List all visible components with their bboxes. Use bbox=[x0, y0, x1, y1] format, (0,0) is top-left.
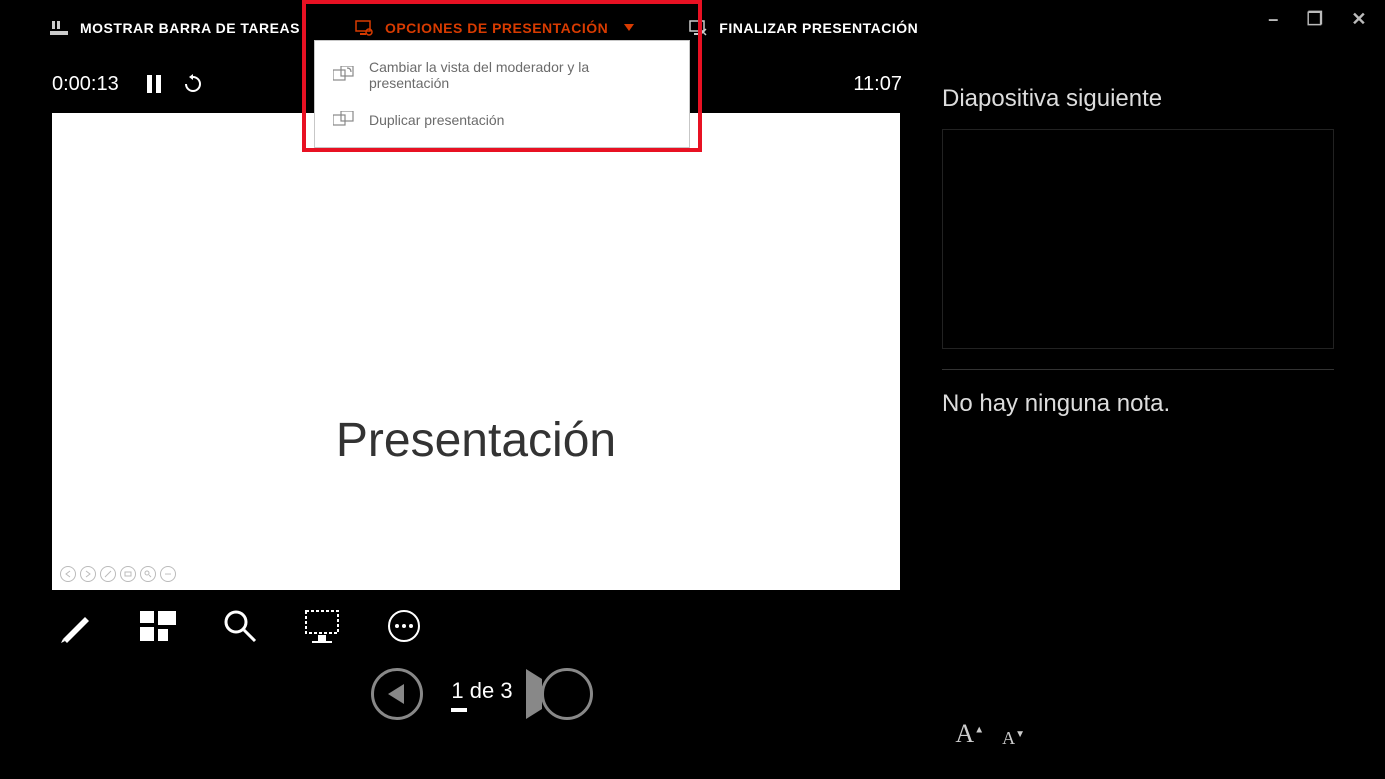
navigation-row: 1 de 3 bbox=[52, 668, 912, 720]
show-taskbar-button[interactable]: MOSTRAR BARRA DE TAREAS bbox=[50, 20, 300, 36]
presenter-pane: 0:00:13 11:07 Presentación bbox=[52, 55, 912, 779]
window-controls: – ❐ ✕ bbox=[1268, 10, 1367, 28]
triangle-left-icon bbox=[388, 684, 404, 704]
presenter-toolbar bbox=[52, 590, 912, 662]
elapsed-timer: 0:00:13 bbox=[52, 73, 119, 96]
monitor-gear-icon bbox=[355, 20, 373, 36]
slide-title: Presentación bbox=[336, 413, 616, 468]
monitor-close-icon bbox=[689, 20, 707, 36]
sidebar-pane: Diapositiva siguiente No hay ninguna not… bbox=[912, 55, 1385, 779]
black-screen-tool[interactable] bbox=[304, 608, 340, 644]
more-tool[interactable] bbox=[386, 608, 422, 644]
pause-button[interactable] bbox=[147, 75, 161, 93]
mini-zoom-icon[interactable] bbox=[140, 566, 156, 582]
triangle-right-icon bbox=[526, 669, 610, 719]
next-slide-heading: Diapositiva siguiente bbox=[942, 85, 1347, 113]
presentation-options-button[interactable]: OPCIONES DE PRESENTACIÓN bbox=[355, 20, 634, 36]
show-taskbar-label: MOSTRAR BARRA DE TAREAS bbox=[80, 20, 300, 36]
top-toolbar: MOSTRAR BARRA DE TAREAS OPCIONES DE PRES… bbox=[0, 0, 1385, 55]
duplicate-label: Duplicar presentación bbox=[369, 112, 504, 128]
clock-time: 11:07 bbox=[853, 73, 902, 96]
mini-prev-icon[interactable] bbox=[60, 566, 76, 582]
duplicate-presentation-menuitem[interactable]: Duplicar presentación bbox=[315, 101, 689, 139]
close-button[interactable]: ✕ bbox=[1351, 10, 1367, 28]
zoom-tool[interactable] bbox=[222, 608, 258, 644]
slide-grid-tool[interactable] bbox=[140, 608, 176, 644]
restore-button[interactable]: ❐ bbox=[1307, 10, 1324, 28]
current-slide[interactable]: Presentación bbox=[52, 113, 900, 590]
mini-camera-icon[interactable] bbox=[120, 566, 136, 582]
swap-views-menuitem[interactable]: Cambiar la vista del moderador y la pres… bbox=[315, 49, 689, 101]
presentation-options-menu: Cambiar la vista del moderador y la pres… bbox=[314, 40, 690, 148]
pen-tool[interactable] bbox=[58, 608, 94, 644]
next-slide-thumbnail[interactable] bbox=[942, 129, 1334, 349]
mini-more-icon[interactable] bbox=[160, 566, 176, 582]
restart-button[interactable] bbox=[183, 74, 203, 94]
slide-counter: 1 de 3 bbox=[451, 678, 512, 710]
taskbar-icon bbox=[50, 20, 68, 36]
mini-next-icon[interactable] bbox=[80, 566, 96, 582]
swap-views-label: Cambiar la vista del moderador y la pres… bbox=[369, 59, 671, 91]
font-size-controls: A▲ A▼ bbox=[955, 719, 1025, 749]
decrease-font-button[interactable]: A▼ bbox=[1002, 728, 1025, 749]
increase-font-button[interactable]: A▲ bbox=[955, 719, 984, 749]
notes-placeholder: No hay ninguna nota. bbox=[942, 390, 1347, 418]
swap-views-icon bbox=[333, 66, 355, 84]
end-presentation-label: FINALIZAR PRESENTACIÓN bbox=[719, 20, 918, 36]
previous-slide-button[interactable] bbox=[371, 668, 423, 720]
chevron-down-icon bbox=[624, 24, 634, 31]
end-presentation-button[interactable]: FINALIZAR PRESENTACIÓN bbox=[689, 20, 918, 36]
duplicate-icon bbox=[333, 111, 355, 129]
mini-pen-icon[interactable] bbox=[100, 566, 116, 582]
minimize-button[interactable]: – bbox=[1268, 10, 1279, 28]
next-slide-button[interactable] bbox=[541, 668, 593, 720]
presentation-options-label: OPCIONES DE PRESENTACIÓN bbox=[385, 20, 608, 36]
divider bbox=[942, 369, 1334, 370]
main-area: 0:00:13 11:07 Presentación bbox=[0, 55, 1385, 779]
slide-mini-controls bbox=[60, 566, 176, 582]
